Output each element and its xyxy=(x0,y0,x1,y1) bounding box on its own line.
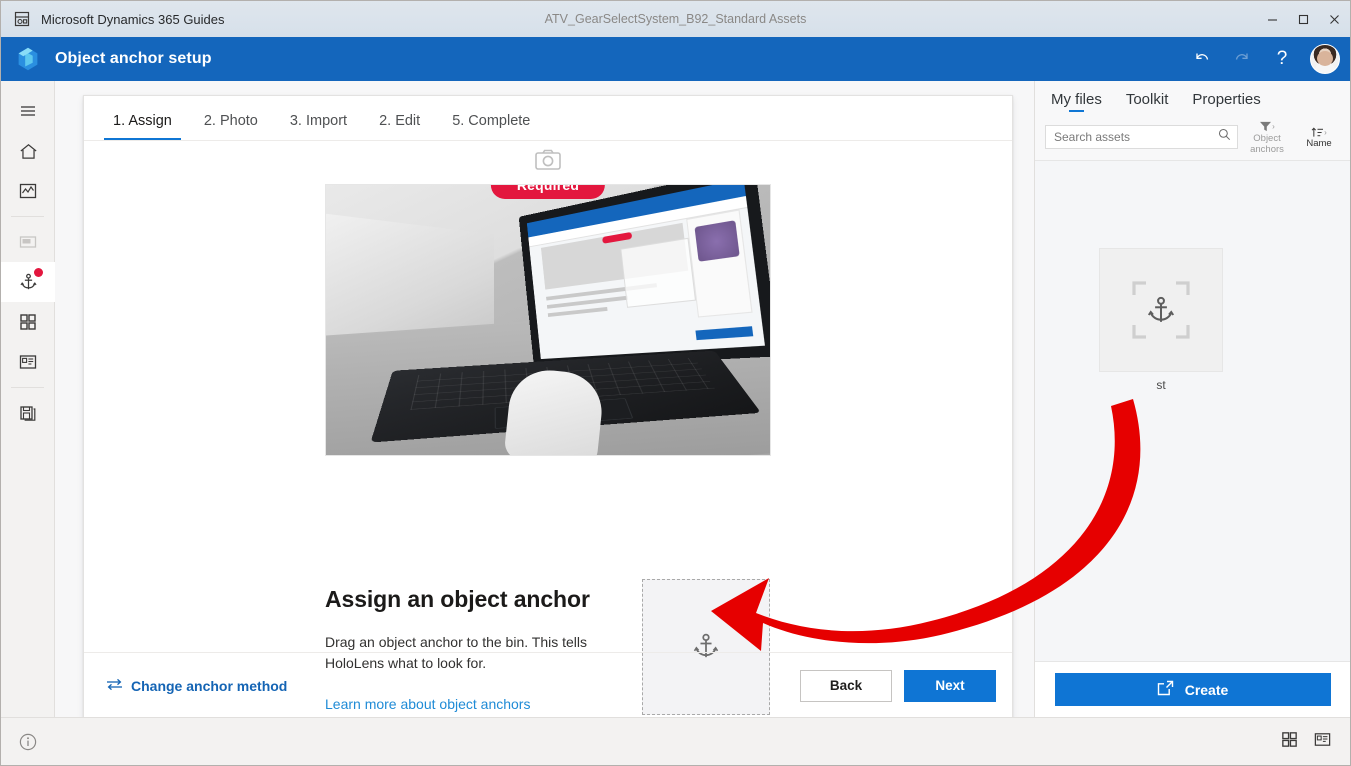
assets-toolbar: › Object anchors › Name xyxy=(1035,114,1350,160)
title-bar: Microsoft Dynamics 365 Guides ATV_GearSe… xyxy=(1,1,1350,37)
minimize-button[interactable] xyxy=(1257,1,1288,37)
wizard-tabs: 1. Assign 2. Photo 3. Import 2. Edit 5. … xyxy=(84,96,1012,141)
info-circle-icon xyxy=(18,732,38,752)
help-button[interactable]: ? xyxy=(1264,41,1300,77)
wizard-footer: Change anchor method Back Next xyxy=(84,652,1012,718)
assets-list: st xyxy=(1035,160,1350,661)
sort-by-name[interactable]: › Name xyxy=(1296,125,1342,149)
sidebar-item-save[interactable] xyxy=(1,393,55,433)
sidebar-item-slide[interactable] xyxy=(1,342,55,382)
view-switcher xyxy=(1280,730,1350,754)
undo-icon[interactable] xyxy=(1184,41,1220,77)
tab-complete[interactable]: 5. Complete xyxy=(443,113,539,140)
camera-icon xyxy=(535,149,561,176)
left-navigation-rail xyxy=(1,81,55,717)
sidebar-item-apps[interactable] xyxy=(1,302,55,342)
back-button[interactable]: Back xyxy=(800,670,892,702)
close-button[interactable] xyxy=(1319,1,1350,37)
anchor-in-frame-icon xyxy=(1116,265,1206,355)
swap-arrows-icon xyxy=(106,677,123,695)
status-bar xyxy=(1,717,1350,765)
save-copy-icon xyxy=(18,403,38,423)
wizard-card: 1. Assign 2. Photo 3. Import 2. Edit 5. … xyxy=(83,95,1013,719)
sidebar-item-object-anchors[interactable] xyxy=(1,262,55,302)
chevron-right-icon-2: › xyxy=(1324,128,1327,137)
app-window-icon xyxy=(13,10,31,28)
notification-badge xyxy=(34,268,43,277)
avatar[interactable] xyxy=(1310,44,1340,74)
wizard-nav-buttons: Back Next xyxy=(800,670,996,702)
redo-icon[interactable] xyxy=(1224,41,1260,77)
illustration-area: Required xyxy=(84,149,1012,456)
rail-divider-2 xyxy=(11,387,44,388)
rail-divider xyxy=(11,216,44,217)
search-box[interactable] xyxy=(1045,125,1238,149)
tab-photo[interactable]: 2. Photo xyxy=(195,113,267,140)
chevron-right-icon: › xyxy=(1272,123,1275,132)
filter-object-anchors[interactable]: › Object anchors xyxy=(1244,119,1290,154)
home-icon xyxy=(18,141,39,162)
tab-toolkit[interactable]: Toolkit xyxy=(1120,91,1175,114)
create-button[interactable]: Create xyxy=(1055,673,1331,706)
tab-properties[interactable]: Properties xyxy=(1186,91,1266,114)
assets-panel: My files Toolkit Properties › xyxy=(1034,81,1350,717)
grid-view-icon[interactable] xyxy=(1280,730,1299,754)
list-item[interactable]: st xyxy=(1099,248,1223,392)
page-title: Object anchor setup xyxy=(55,50,212,68)
assets-panel-tabs: My files Toolkit Properties xyxy=(1035,81,1350,114)
app-name: Microsoft Dynamics 365 Guides xyxy=(41,12,225,27)
tab-assign[interactable]: 1. Assign xyxy=(104,113,181,140)
search-icon[interactable] xyxy=(1218,128,1231,146)
hamburger-menu-icon xyxy=(18,101,38,121)
create-button-label: Create xyxy=(1185,682,1229,698)
filter-funnel-icon xyxy=(1259,122,1272,133)
chart-image-icon xyxy=(18,181,38,201)
status-badge: Required xyxy=(491,184,605,199)
maximize-button[interactable] xyxy=(1288,1,1319,37)
window-controls xyxy=(1257,1,1350,37)
next-button[interactable]: Next xyxy=(904,670,996,702)
change-anchor-method-label: Change anchor method xyxy=(131,678,287,694)
asset-label: st xyxy=(1099,378,1223,392)
filter-label-line2: anchors xyxy=(1244,144,1290,155)
sidebar-item-card[interactable] xyxy=(1,222,55,262)
change-anchor-method-button[interactable]: Change anchor method xyxy=(106,677,287,695)
filter-label-line1: Object xyxy=(1244,133,1290,144)
asset-thumbnail[interactable] xyxy=(1099,248,1223,372)
tab-my-files[interactable]: My files xyxy=(1045,91,1108,114)
slide-panel-icon xyxy=(18,352,38,372)
assets-panel-footer: Create xyxy=(1035,661,1350,717)
dynamics-guides-logo xyxy=(1,44,55,74)
card-icon xyxy=(18,232,38,252)
detail-view-icon[interactable] xyxy=(1313,730,1332,754)
sidebar-item-home[interactable] xyxy=(1,131,55,171)
main-canvas: 1. Assign 2. Photo 3. Import 2. Edit 5. … xyxy=(55,81,1034,717)
sort-label: Name xyxy=(1296,138,1342,149)
header-actions: ? xyxy=(1184,37,1340,81)
grid-apps-icon xyxy=(18,312,38,332)
search-input[interactable] xyxy=(1054,130,1218,144)
photo-laptop-on-desk: Required xyxy=(325,184,771,456)
tab-edit[interactable]: 2. Edit xyxy=(370,113,429,140)
info-button[interactable] xyxy=(1,732,55,752)
app-header: Object anchor setup ? xyxy=(1,37,1350,81)
sidebar-item-menu[interactable] xyxy=(1,91,55,131)
sidebar-item-analytics[interactable] xyxy=(1,171,55,211)
open-external-icon xyxy=(1157,680,1174,699)
tab-import[interactable]: 3. Import xyxy=(281,113,356,140)
application-window: Microsoft Dynamics 365 Guides ATV_GearSe… xyxy=(0,0,1351,766)
sort-ascending-icon xyxy=(1311,127,1324,138)
